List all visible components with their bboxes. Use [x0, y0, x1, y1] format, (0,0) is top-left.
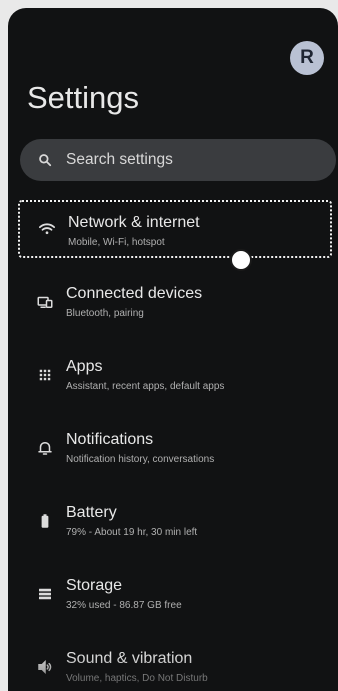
connected-devices-subtitle: Bluetooth, pairing	[66, 308, 144, 319]
settings-screen: R Settings Network & internet Mobile, Wi…	[8, 8, 338, 691]
apps-label: Apps	[66, 358, 103, 375]
apps-subtitle: Assistant, recent apps, default apps	[66, 381, 225, 392]
battery-subtitle: 79% - About 19 hr, 30 min left	[66, 527, 198, 538]
sound-subtitle: Volume, haptics, Do Not Disturb	[66, 673, 208, 684]
touch-cursor	[230, 249, 252, 271]
settings-item-battery[interactable]: Battery 79% - About 19 hr, 30 min left	[18, 492, 332, 550]
settings-item-connected-devices[interactable]: Connected devices Bluetooth, pairing	[18, 273, 332, 331]
network-subtitle: Mobile, Wi-Fi, hotspot	[68, 237, 165, 248]
bell-icon	[36, 439, 54, 457]
sound-label: Sound & vibration	[66, 650, 193, 667]
settings-item-apps[interactable]: Apps Assistant, recent apps, default app…	[18, 346, 332, 404]
notifications-label: Notifications	[66, 431, 154, 448]
account-avatar[interactable]: R	[290, 41, 324, 75]
page-title: Settings	[27, 80, 140, 115]
storage-subtitle: 32% used - 86.87 GB free	[66, 600, 182, 611]
battery-label: Battery	[66, 504, 117, 521]
battery-icon	[36, 512, 54, 530]
search-bar[interactable]	[20, 139, 336, 181]
speaker-icon	[36, 658, 54, 676]
connected-devices-label: Connected devices	[66, 285, 203, 302]
connected-devices-icon	[36, 293, 54, 311]
search-icon	[39, 154, 52, 167]
notifications-subtitle: Notification history, conversations	[66, 454, 215, 465]
storage-icon	[36, 585, 54, 603]
network-label: Network & internet	[68, 214, 200, 231]
search-input[interactable]	[64, 150, 308, 170]
apps-grid-icon	[36, 366, 54, 384]
settings-item-notifications[interactable]: Notifications Notification history, conv…	[18, 419, 332, 477]
wifi-icon	[38, 220, 56, 238]
settings-item-network[interactable]: Network & internet Mobile, Wi-Fi, hotspo…	[18, 200, 332, 258]
avatar-initial: R	[300, 47, 314, 68]
settings-item-sound[interactable]: Sound & vibration Volume, haptics, Do No…	[18, 638, 332, 691]
settings-item-storage[interactable]: Storage 32% used - 86.87 GB free	[18, 565, 332, 623]
storage-label: Storage	[66, 577, 123, 594]
